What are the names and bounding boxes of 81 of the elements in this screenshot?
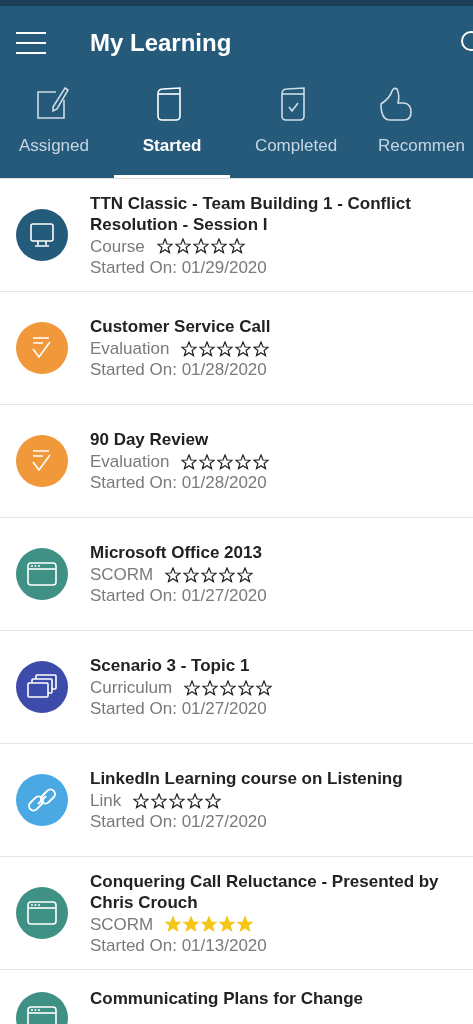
star-outline-icon — [187, 792, 204, 809]
list-item[interactable]: Conquering Call Reluctance - Presented by Chris Crouch SCORM Started On: 01/13/2020 — [0, 857, 473, 970]
star-filled-icon — [201, 916, 218, 932]
start-date: Started On: 01/28/2020 — [90, 472, 268, 493]
item-title: Microsoft Office 2013 — [90, 542, 263, 563]
tab[interactable]: Completed — [236, 80, 356, 178]
monitor-icon — [16, 209, 68, 261]
star-outline-icon — [253, 340, 270, 357]
item-type: Course — [90, 235, 145, 257]
star-outline-icon — [238, 679, 255, 696]
star-outline-icon — [237, 566, 254, 583]
star-outline-icon — [202, 679, 219, 696]
star-outline-icon — [253, 453, 270, 470]
star-filled-icon — [183, 916, 200, 932]
menu-button[interactable] — [16, 31, 46, 55]
browser-window-icon — [16, 887, 68, 939]
star-outline-icon — [174, 238, 191, 254]
app-title: My Learning — [90, 29, 233, 57]
star-outline-icon — [133, 792, 150, 809]
item-title: Communicating Plans for Change — [90, 988, 363, 1009]
star-outline-icon — [210, 238, 227, 254]
item-title: LinkedIn Learning course on Listening — [90, 768, 403, 789]
start-date: Started On: 01/27/2020 — [90, 811, 268, 832]
star-filled-icon — [237, 916, 254, 932]
start-date: Started On: 01/29/2020 — [90, 256, 268, 278]
item-type: Evaluation — [90, 451, 170, 472]
star-outline-icon — [181, 453, 198, 470]
list-item[interactable]: LinkedIn Learning course on Listening Link Started On: 01/27/2020 — [0, 744, 473, 857]
item-title: 90 Day Review — [90, 429, 210, 450]
item-type: Evaluation — [90, 338, 170, 359]
star-outline-icon — [235, 453, 252, 470]
checklist-icon — [16, 435, 68, 487]
start-date: Started On: 01/27/2020 — [90, 698, 268, 719]
browser-window-icon — [16, 548, 68, 600]
item-type: Link — [90, 790, 122, 811]
star-outline-icon — [201, 566, 218, 583]
star-filled-icon — [165, 916, 182, 932]
thumbs-up-icon — [378, 86, 414, 122]
list-item[interactable]: Microsoft Office 2013 SCORM Started On: 01/27/2020 — [0, 518, 473, 631]
star-outline-icon — [151, 792, 168, 809]
tab[interactable]: Assigned — [0, 80, 108, 178]
star-outline-icon — [199, 453, 216, 470]
star-outline-icon — [217, 340, 234, 357]
start-date: Started On: 01/13/2020 — [90, 934, 268, 956]
list-item[interactable]: Scenario 3 - Topic 1 Curriculum Started On: 01/27/2020 — [0, 631, 473, 744]
list-item[interactable]: 90 Day Review Evaluation Started On: 01/28/2020 — [0, 405, 473, 518]
star-outline-icon — [192, 238, 209, 254]
star-outline-icon — [220, 679, 237, 696]
star-outline-icon — [181, 340, 198, 357]
edit-icon — [36, 86, 72, 122]
item-type: SCORM — [90, 913, 154, 935]
star-outline-icon — [228, 238, 245, 254]
star-outline-icon — [169, 792, 186, 809]
checklist-icon — [16, 322, 68, 374]
star-outline-icon — [165, 566, 182, 583]
star-outline-icon — [205, 792, 222, 809]
start-date: Started On: 01/27/2020 — [90, 585, 267, 606]
tab[interactable]: Started — [114, 80, 230, 178]
list-item[interactable]: TTN Classic - Team Building 1 - Conflict Resolution - Session I Course Started On: 01/29/2020 — [0, 179, 473, 292]
item-title: Scenario 3 - Topic 1 — [90, 655, 251, 676]
link-icon — [16, 774, 68, 826]
item-type: Curriculum — [90, 677, 173, 698]
item-type: SCORM — [90, 564, 154, 585]
item-title: Customer Service Call — [90, 316, 271, 337]
star-outline-icon — [183, 566, 200, 583]
star-outline-icon — [217, 453, 234, 470]
star-outline-icon — [199, 340, 216, 357]
stacked-windows-icon — [16, 661, 68, 713]
item-title: TTN Classic - Team Building 1 - Conflict Resolution - Session I — [90, 192, 412, 235]
star-outline-icon — [256, 679, 273, 696]
star-outline-icon — [219, 566, 236, 583]
item-title: Conquering Call Reluctance - Presented by Chris Crouch — [90, 870, 440, 913]
star-outline-icon — [156, 238, 173, 254]
tab[interactable]: Recommen — [364, 80, 473, 178]
start-date: Started On: 01/28/2020 — [90, 359, 268, 380]
menu-icon — [16, 31, 46, 55]
star-outline-icon — [235, 340, 252, 357]
list-item[interactable]: Customer Service Call Evaluation Started On: 01/28/2020 — [0, 292, 473, 405]
star-filled-icon — [219, 916, 236, 932]
list-item[interactable]: Communicating Plans for Change — [0, 970, 473, 1024]
star-outline-icon — [184, 679, 201, 696]
